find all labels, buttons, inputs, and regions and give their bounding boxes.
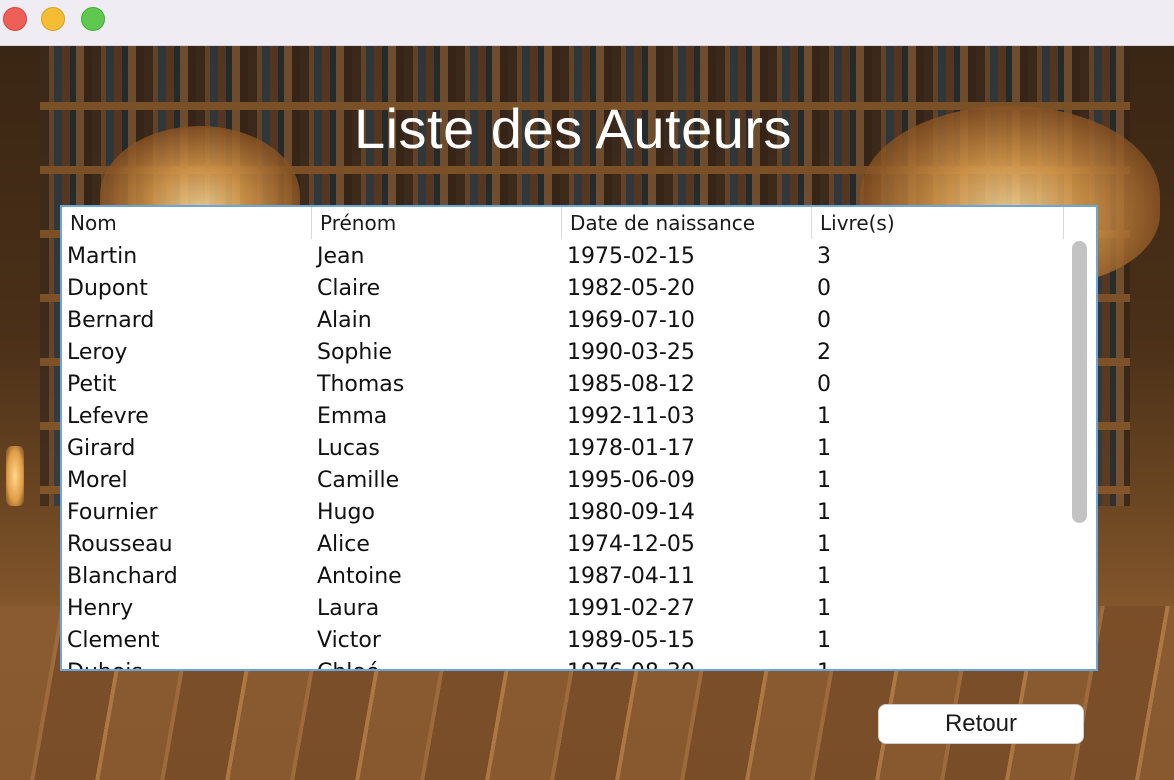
column-header-livres[interactable]: Livre(s) xyxy=(812,207,1064,239)
cell-prenom: Antoine xyxy=(317,564,402,589)
scrollbar-thumb[interactable] xyxy=(1072,241,1087,523)
maximize-icon[interactable] xyxy=(81,7,105,31)
cell-prenom: Alain xyxy=(317,308,372,333)
cell-nom: Blanchard xyxy=(67,564,178,589)
cell-nom: Dupont xyxy=(67,276,148,301)
table-row[interactable]: DuboisChloé1976-08-301 xyxy=(62,657,1064,669)
page-title: Liste des Auteurs xyxy=(353,97,793,160)
authors-table[interactable]: Nom Prénom Date de naissance Livre(s) Ma… xyxy=(60,205,1098,671)
cell-livres: 2 xyxy=(817,340,831,365)
table-row[interactable]: Leroy Sophie 1990-03-25 2 xyxy=(62,337,1064,369)
window-titlebar xyxy=(0,0,1174,46)
cell-nom: Girard xyxy=(67,436,136,461)
cell-prenom: Hugo xyxy=(317,500,375,525)
column-header-prenom[interactable]: Prénom xyxy=(312,207,562,239)
cell-date-naissance: 1995-06-09 xyxy=(567,468,695,493)
cell-nom: Dubois xyxy=(62,657,312,669)
table-row[interactable]: Clement Victor 1989-05-15 1 xyxy=(62,625,1064,657)
cell-prenom: Lucas xyxy=(317,436,380,461)
cell-nom: Leroy xyxy=(67,340,128,365)
cell-livres: 1 xyxy=(812,657,1064,669)
table-header: Nom Prénom Date de naissance Livre(s) xyxy=(62,207,1064,239)
cell-prenom: Claire xyxy=(317,276,381,301)
cell-date-naissance: 1975-02-15 xyxy=(567,244,695,269)
cell-nom: Fournier xyxy=(67,500,158,525)
table-row[interactable]: Rousseau Alice 1974-12-05 1 xyxy=(62,529,1064,561)
table-row[interactable]: Lefevre Emma 1992-11-03 1 xyxy=(62,401,1064,433)
close-icon[interactable] xyxy=(3,7,27,31)
vertical-scrollbar[interactable] xyxy=(1070,241,1088,669)
cell-date-naissance: 1989-05-15 xyxy=(567,628,695,653)
cell-date-naissance: 1976-08-30 xyxy=(562,657,812,669)
cell-livres: 0 xyxy=(817,308,831,333)
cell-date-naissance: 1980-09-14 xyxy=(567,500,695,525)
back-button[interactable]: Retour xyxy=(878,704,1084,744)
cell-nom: Rousseau xyxy=(67,532,173,557)
cell-livres: 1 xyxy=(817,532,831,557)
cell-livres: 1 xyxy=(817,436,831,461)
wall-light xyxy=(6,446,24,506)
cell-nom: Bernard xyxy=(67,308,155,333)
column-header-nom[interactable]: Nom xyxy=(62,207,312,239)
table-row[interactable]: Blanchard Antoine 1987-04-11 1 xyxy=(62,561,1064,593)
cell-date-naissance: 1992-11-03 xyxy=(567,404,695,429)
cell-prenom: Victor xyxy=(317,628,381,653)
table-row[interactable]: Dupont Claire 1982-05-20 0 xyxy=(62,273,1064,305)
cell-date-naissance: 1990-03-25 xyxy=(567,340,695,365)
table-row[interactable]: Fournier Hugo 1980-09-14 1 xyxy=(62,497,1064,529)
cell-livres: 3 xyxy=(817,244,831,269)
column-header-date-naissance[interactable]: Date de naissance xyxy=(562,207,812,239)
cell-date-naissance: 1991-02-27 xyxy=(567,596,695,621)
cell-livres: 1 xyxy=(817,564,831,589)
cell-nom: Petit xyxy=(67,372,117,397)
table-row[interactable]: Henry Laura 1991-02-27 1 xyxy=(62,593,1064,625)
cell-prenom: Chloé xyxy=(312,657,562,669)
cell-date-naissance: 1978-01-17 xyxy=(567,436,695,461)
cell-prenom: Emma xyxy=(317,404,388,429)
cell-nom: Martin xyxy=(67,244,138,269)
cell-nom: Henry xyxy=(67,596,134,621)
table-row[interactable]: Bernard Alain 1969-07-10 0 xyxy=(62,305,1064,337)
cell-prenom: Laura xyxy=(317,596,380,621)
cell-livres: 0 xyxy=(817,372,831,397)
cell-date-naissance: 1985-08-12 xyxy=(567,372,695,397)
cell-nom: Clement xyxy=(67,628,160,653)
cell-date-naissance: 1982-05-20 xyxy=(567,276,695,301)
cell-livres: 1 xyxy=(817,596,831,621)
table-row[interactable]: Petit Thomas 1985-08-12 0 xyxy=(62,369,1064,401)
cell-livres: 1 xyxy=(817,468,831,493)
cell-livres: 0 xyxy=(817,276,831,301)
cell-livres: 1 xyxy=(817,628,831,653)
cell-nom: Lefevre xyxy=(67,404,149,429)
cell-date-naissance: 1969-07-10 xyxy=(567,308,695,333)
table-row[interactable]: Girard Lucas 1978-01-17 1 xyxy=(62,433,1064,465)
table-row[interactable]: Morel Camille 1995-06-09 1 xyxy=(62,465,1064,497)
cell-prenom: Alice xyxy=(317,532,370,557)
table-row[interactable]: Martin Jean 1975-02-15 3 xyxy=(62,241,1064,273)
cell-livres: 1 xyxy=(817,500,831,525)
cell-date-naissance: 1974-12-05 xyxy=(567,532,695,557)
cell-date-naissance: 1987-04-11 xyxy=(567,564,695,589)
table-body: Martin Jean 1975-02-15 3 Dupont Claire 1982-05… xyxy=(62,241,1064,669)
minimize-icon[interactable] xyxy=(41,7,65,31)
cell-prenom: Sophie xyxy=(317,340,392,365)
cell-prenom: Jean xyxy=(317,244,365,269)
cell-livres: 1 xyxy=(817,404,831,429)
cell-prenom: Camille xyxy=(317,468,400,493)
cell-nom: Morel xyxy=(67,468,128,493)
cell-prenom: Thomas xyxy=(317,372,405,397)
